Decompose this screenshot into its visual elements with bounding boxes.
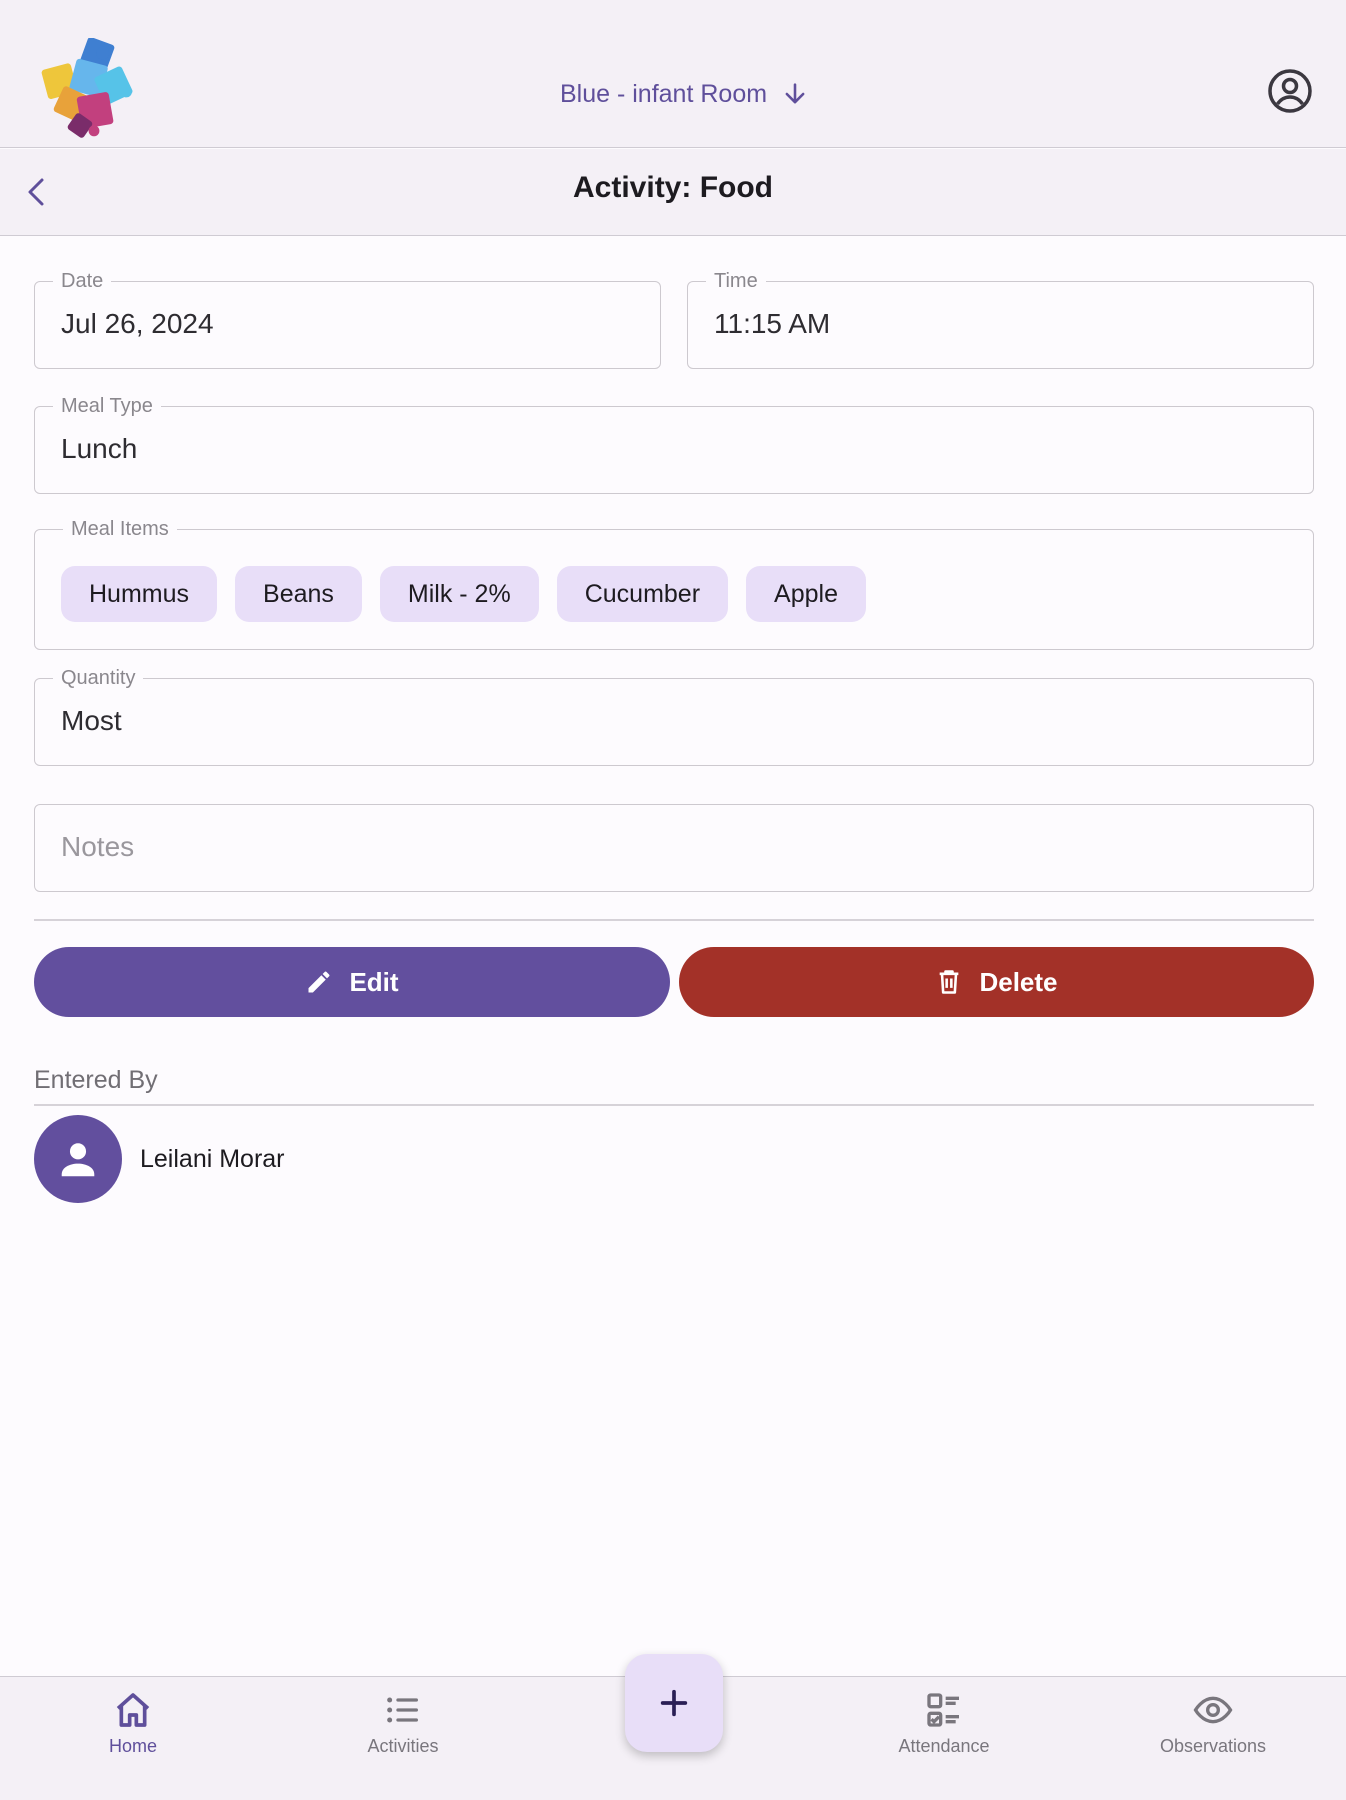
delete-button[interactable]: Delete	[679, 947, 1314, 1017]
entered-by-heading: Entered By	[34, 1066, 158, 1094]
person-icon	[61, 1143, 95, 1177]
meal-items-label: Meal Items	[63, 516, 177, 542]
home-icon	[116, 1693, 150, 1727]
nav-item-label: Activities	[367, 1736, 439, 1756]
nav-item-label: Home	[108, 1736, 157, 1756]
notes-placeholder: Notes	[61, 831, 135, 862]
notes-field[interactable]: Notes	[34, 804, 1314, 892]
edit-button[interactable]: Edit	[34, 947, 670, 1017]
eye-icon	[1193, 1696, 1233, 1724]
meal-type-value: Lunch	[61, 433, 138, 464]
nav-item-attendance[interactable]: Attendance	[844, 1690, 1044, 1757]
nav-item-activities[interactable]: Activities	[303, 1690, 503, 1757]
time-value: 11:15 AM	[714, 308, 831, 339]
nav-item-home[interactable]: Home	[33, 1690, 233, 1757]
room-selector[interactable]: Blue - infant Room	[560, 76, 809, 112]
meal-type-label: Meal Type	[53, 393, 161, 419]
page-title: Activity: Food	[573, 171, 773, 204]
time-field-label: Time	[706, 268, 766, 294]
meal-items-field: Meal Items Hummus Beans Milk - 2% Cucumb…	[34, 516, 1314, 650]
list-icon	[387, 1697, 418, 1723]
puzzle-logo-icon	[41, 38, 133, 138]
meal-item-chip[interactable]: Cucumber	[556, 566, 729, 622]
meal-type-field[interactable]: Meal Type Lunch	[34, 393, 1314, 494]
nav-item-label: Observations	[1159, 1736, 1267, 1756]
nav-item-observations[interactable]: Observations	[1113, 1690, 1313, 1757]
top-app-bar: Blue - infant Room	[0, 0, 1346, 148]
meal-item-chip[interactable]: Milk - 2%	[379, 566, 539, 622]
entered-by-name: Leilani Morar	[140, 1145, 285, 1173]
meal-items-chips: Hummus Beans Milk - 2% Cucumber Apple	[61, 566, 866, 622]
arrow-down-icon	[785, 83, 805, 104]
quantity-field[interactable]: Quantity Most	[34, 665, 1314, 766]
quantity-label: Quantity	[53, 665, 144, 691]
date-value: Jul 26, 2024	[61, 308, 214, 339]
time-field[interactable]: Time 11:15 AM	[687, 268, 1314, 369]
pencil-icon	[308, 971, 330, 993]
delete-button-label: Delete	[979, 966, 1058, 997]
quantity-value: Most	[61, 705, 122, 736]
meal-item-chip[interactable]: Apple	[746, 566, 866, 622]
add-activity-button[interactable]	[625, 1654, 723, 1752]
edit-button-label: Edit	[349, 966, 399, 997]
plus-icon	[660, 1689, 688, 1717]
room-selector-label: Blue - infant Room	[560, 79, 768, 108]
nav-item-label: Attendance	[898, 1736, 990, 1756]
date-field[interactable]: Date Jul 26, 2024	[34, 268, 661, 369]
trash-icon	[940, 970, 959, 994]
meal-item-chip[interactable]: Hummus	[61, 566, 218, 622]
meal-item-chip[interactable]: Beans	[235, 566, 362, 622]
date-field-label: Date	[53, 268, 112, 294]
entered-by-divider	[34, 1104, 1314, 1106]
form-divider	[34, 919, 1314, 921]
avatar	[34, 1115, 122, 1203]
checklist-icon	[927, 1693, 959, 1727]
account-circle-icon[interactable]	[1266, 67, 1314, 115]
